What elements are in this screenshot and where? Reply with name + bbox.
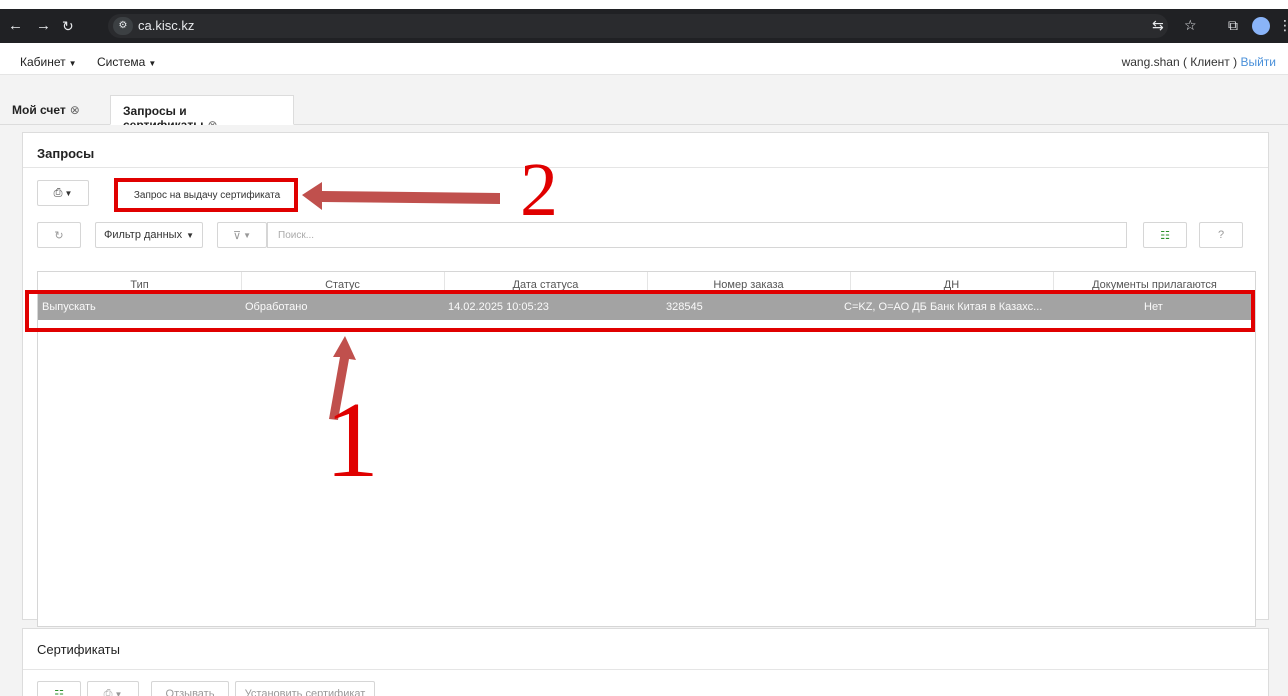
- arrow-2-icon: [302, 182, 500, 210]
- annotation-label-2: 2: [520, 148, 558, 232]
- annotation-arrows: [302, 182, 500, 420]
- annotation-label-1: 1: [325, 381, 379, 500]
